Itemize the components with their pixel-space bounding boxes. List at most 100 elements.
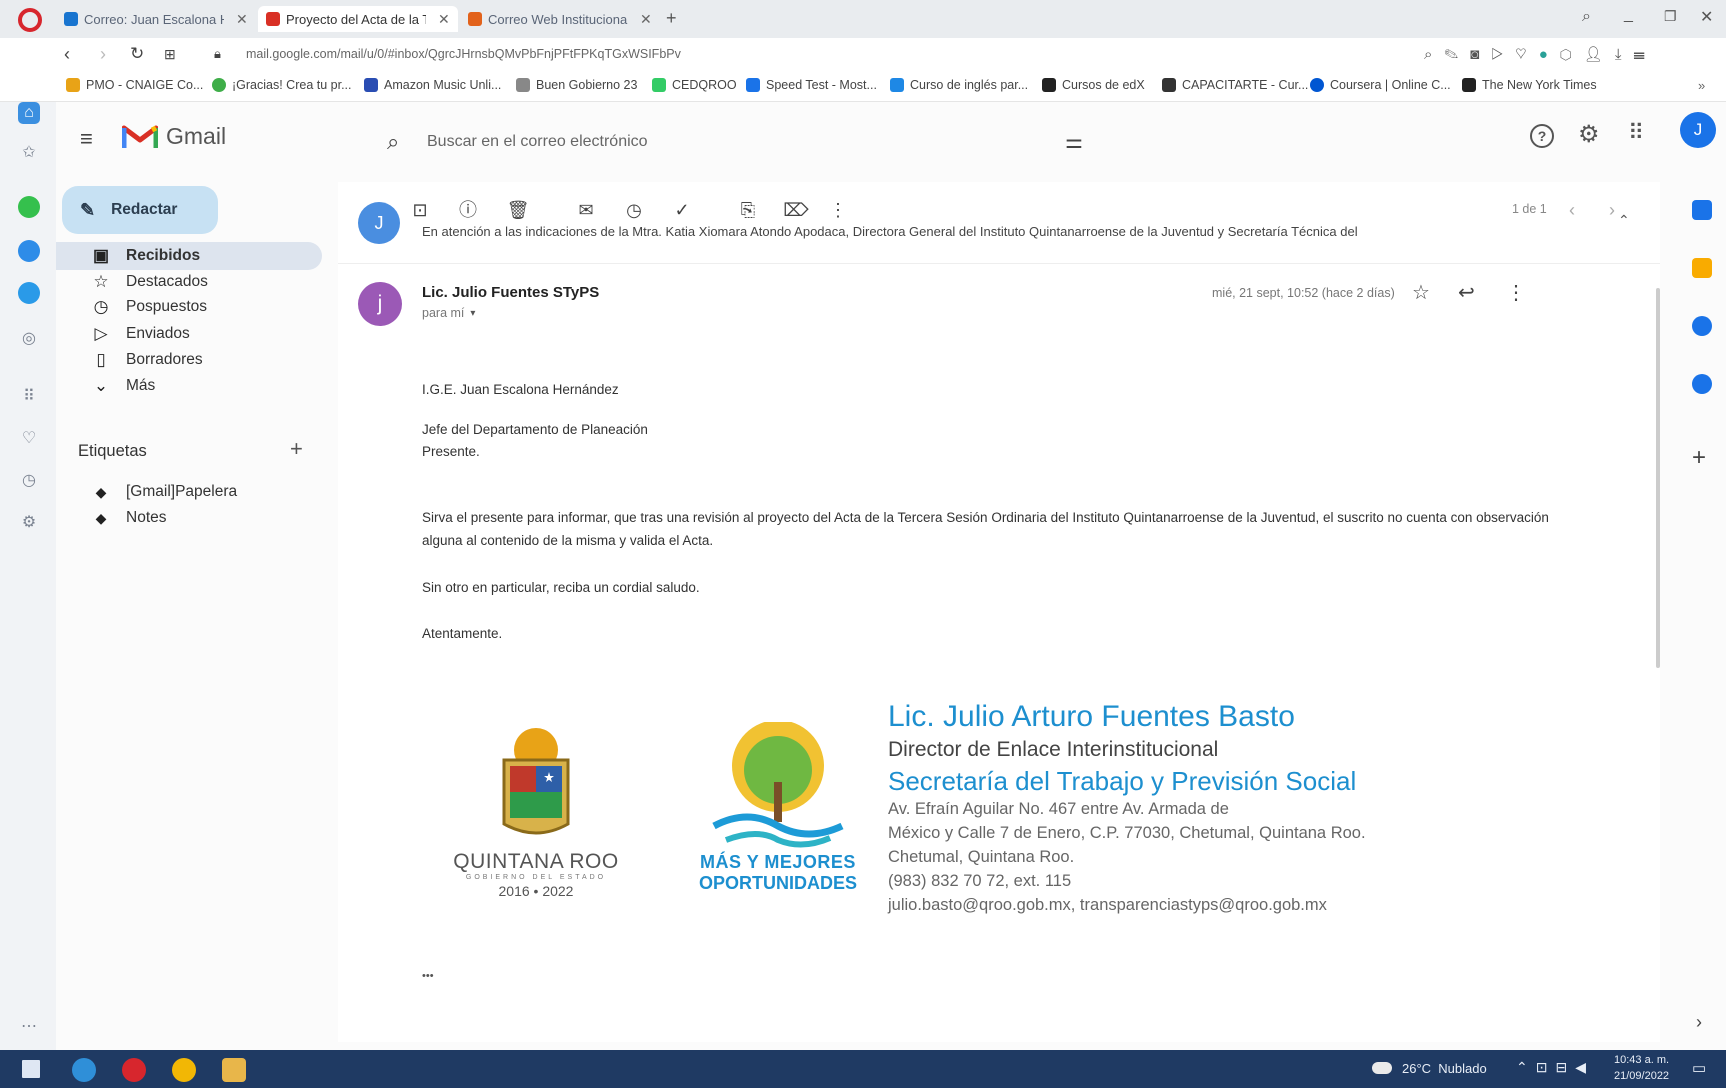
search-input[interactable]: Buscar en el correo electrónico: [427, 133, 648, 151]
opera-taskbar-icon[interactable]: [122, 1058, 146, 1082]
history-icon[interactable]: ◷: [18, 470, 40, 492]
notifications-icon[interactable]: ▭: [1692, 1059, 1706, 1077]
bookmark-gracias[interactable]: ¡Gracias! Crea tu pr...: [212, 78, 351, 92]
bookmark-curso-ingles[interactable]: Curso de inglés par...: [890, 78, 1028, 92]
scrollbar[interactable]: [1656, 288, 1660, 668]
heart-icon[interactable]: ♡: [1515, 46, 1539, 63]
speed-dial-icon[interactable]: ⠿: [18, 386, 40, 408]
new-tab-icon[interactable]: +: [666, 8, 677, 29]
bookmark-capacitarte[interactable]: CAPACITARTE - Cur...: [1162, 78, 1308, 92]
camera-icon[interactable]: ◙: [1470, 46, 1491, 63]
tray-icons[interactable]: ⌃⊡⊟◀︎: [1516, 1059, 1594, 1076]
tabs-grid-icon[interactable]: ⊞: [164, 46, 176, 63]
sidebar-item-enviados[interactable]: ▷ Enviados: [56, 320, 322, 348]
vpn-icon[interactable]: ●: [1539, 46, 1560, 63]
file-explorer-icon[interactable]: [222, 1058, 246, 1082]
tab-proyecto-acta[interactable]: Proyecto del Acta de la Te ✕: [258, 6, 458, 32]
restore-icon[interactable]: ❐: [1664, 8, 1677, 25]
search-options-icon[interactable]: ⚌: [1065, 129, 1083, 154]
more-bookmarks-icon[interactable]: »: [1698, 78, 1705, 93]
more-sidebar-icon[interactable]: ⋯: [18, 1016, 40, 1038]
clock-time[interactable]: 10:43 a. m.: [1614, 1054, 1669, 1066]
reload-icon[interactable]: ↻: [130, 44, 144, 64]
bookmark-buen-gobierno[interactable]: Buen Gobierno 23: [516, 78, 637, 92]
url-field[interactable]: mail.google.com/mail/u/0/#inbox/QgrcJHrn…: [246, 47, 681, 61]
sender-name[interactable]: Lic. Julio Fuentes STyPS: [422, 284, 599, 301]
reply-icon[interactable]: ↩: [1458, 280, 1475, 305]
clock-date[interactable]: 21/09/2022: [1614, 1070, 1669, 1082]
edge-icon[interactable]: [72, 1058, 96, 1082]
tab-correo[interactable]: Correo: Juan Escalona Her ✕: [56, 6, 256, 32]
settings-sidebar-icon[interactable]: ⚙: [18, 512, 40, 534]
sidebar-item-pospuestos[interactable]: ◷ Pospuestos: [56, 293, 322, 321]
search-icon[interactable]: ⌕: [387, 129, 399, 155]
weather-icon[interactable]: [1372, 1062, 1392, 1074]
download-icon[interactable]: ⤓: [1615, 46, 1634, 63]
add-label-icon[interactable]: +: [290, 436, 303, 462]
back-icon[interactable]: ‹: [64, 44, 70, 65]
left-navigation: ▣ Recibidos ☆ Destacados ◷ Pospuestos ▷ Envi…: [56, 182, 336, 1042]
bookmark-cedqroo[interactable]: CEDQROO: [652, 78, 737, 92]
keep-icon[interactable]: [1692, 258, 1712, 278]
contacts-icon[interactable]: [1692, 374, 1712, 394]
favorites-icon[interactable]: ♡: [18, 428, 40, 450]
windows-taskbar: 26°C Nublado ⌃⊡⊟◀︎ 10:43 a. m. 21/09/202…: [0, 1050, 1726, 1088]
recipient-line[interactable]: para mí ▾: [422, 306, 475, 320]
sidebar-item-recibidos[interactable]: ▣ Recibidos: [56, 242, 322, 270]
minimize-icon[interactable]: _: [1624, 6, 1633, 24]
sidebar-item-destacados[interactable]: ☆ Destacados: [56, 268, 322, 296]
forward-icon[interactable]: ›: [100, 44, 106, 65]
search-page-icon[interactable]: ⌕: [1424, 46, 1444, 63]
bookmark-edx[interactable]: Cursos de edX: [1042, 78, 1145, 92]
tab-correo-web[interactable]: Correo Web Institucional - ✕: [460, 6, 660, 32]
player-icon[interactable]: ◎: [18, 328, 40, 350]
bookmark-pmo[interactable]: PMO - CNAIGE Co...: [66, 78, 203, 92]
settings-icon[interactable]: ⚙: [1578, 120, 1600, 149]
collapsed-message[interactable]: J En atención a las indicaciones de la M…: [338, 202, 1660, 264]
chrome-icon[interactable]: [172, 1058, 196, 1082]
sidebar-item-borradores[interactable]: ▯ Borradores: [56, 346, 322, 374]
bookmark-amazon[interactable]: Amazon Music Unli...: [364, 78, 501, 92]
play-icon[interactable]: ▷: [1491, 46, 1515, 63]
weather-text[interactable]: 26°C Nublado: [1402, 1061, 1487, 1076]
search-tabs-icon[interactable]: ⌕: [1582, 8, 1591, 26]
whatsapp-icon[interactable]: [18, 196, 40, 218]
close-tab-icon[interactable]: ✕: [438, 11, 450, 28]
messenger-icon[interactable]: [18, 240, 40, 262]
show-trimmed-content-button[interactable]: •••: [422, 970, 434, 982]
profile-icon[interactable]: 👤︎: [1584, 46, 1615, 63]
expand-panel-icon[interactable]: ›: [1696, 1012, 1702, 1033]
signature-emails[interactable]: julio.basto@qroo.gob.mx, transparenciast…: [888, 896, 1327, 915]
message-more-icon[interactable]: ⋮: [1506, 280, 1526, 305]
close-tab-icon[interactable]: ✕: [640, 11, 652, 28]
search-bar[interactable]: ⌕ Buscar en el correo electrónico ⚌: [387, 119, 1191, 167]
help-icon[interactable]: ?: [1530, 124, 1554, 148]
star-message-icon[interactable]: ☆: [1412, 280, 1430, 305]
bookmark-coursera[interactable]: Coursera | Online C...: [1310, 78, 1451, 92]
close-window-icon[interactable]: ✕: [1700, 7, 1713, 27]
bookmark-star-icon[interactable]: ✩: [18, 142, 40, 164]
gmail-logo[interactable]: Gmail: [122, 122, 226, 150]
get-addons-icon[interactable]: +: [1692, 444, 1706, 472]
opera-logo-icon[interactable]: [18, 8, 42, 32]
sidebar-item-mas[interactable]: ⌄ Más: [56, 372, 322, 400]
label-item-notes[interactable]: ◆ Notes: [56, 504, 322, 532]
label-item-papelera[interactable]: ◆ [Gmail]Papelera: [56, 478, 322, 506]
message-view: ← ⊡ ⓘ 🗑︎ ✉ ◷ ✓ ⎘ ⌦ ⋮ 1 de 1 ‹ › J En ate…: [338, 182, 1660, 1042]
recipient-details-icon[interactable]: ▾: [470, 308, 475, 319]
twitter-icon[interactable]: [18, 282, 40, 304]
bookmark-speed-test[interactable]: Speed Test - Most...: [746, 78, 877, 92]
main-menu-icon[interactable]: ≡: [80, 126, 93, 152]
cube-icon[interactable]: ⬡: [1560, 46, 1584, 63]
windows-start-icon[interactable]: [22, 1060, 40, 1078]
menu-icon[interactable]: ☰: [1633, 46, 1656, 63]
close-tab-icon[interactable]: ✕: [236, 11, 248, 28]
tasks-icon[interactable]: [1692, 316, 1712, 336]
collapse-icon[interactable]: ⌃: [1618, 212, 1630, 229]
home-icon[interactable]: ⌂: [18, 102, 40, 124]
bookmark-nyt[interactable]: The New York Times: [1462, 78, 1597, 92]
apps-grid-icon[interactable]: ⠿: [1628, 120, 1644, 146]
account-avatar[interactable]: J: [1680, 112, 1716, 148]
edit-icon[interactable]: ✎: [1444, 46, 1470, 63]
calendar-icon[interactable]: [1692, 200, 1712, 220]
